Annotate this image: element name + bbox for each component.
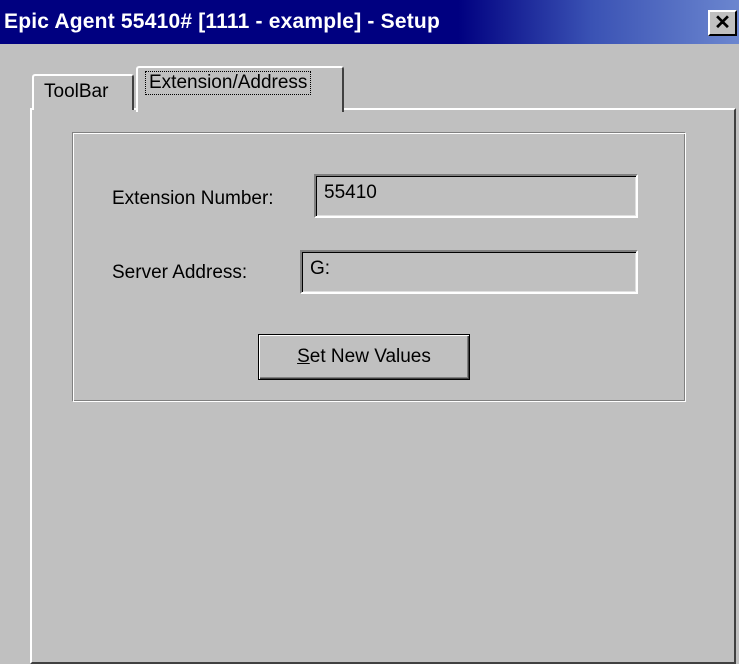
set-button-mnemonic: S bbox=[297, 346, 310, 367]
set-button-label: et New Values bbox=[309, 346, 431, 367]
window-title: Epic Agent 55410# [1111 - example] - Set… bbox=[4, 10, 440, 33]
title-bar[interactable]: Epic Agent 55410# [1111 - example] - Set… bbox=[0, 0, 739, 44]
tab-toolbar-label: ToolBar bbox=[44, 81, 109, 102]
tab-extension-address-label: Extension/Address bbox=[144, 71, 312, 95]
extension-number-label: Extension Number: bbox=[112, 188, 274, 209]
close-icon: ✕ bbox=[714, 12, 731, 34]
extension-number-field[interactable]: 55410 bbox=[314, 174, 638, 218]
close-button[interactable]: ✕ bbox=[708, 10, 737, 36]
server-address-field[interactable]: G: bbox=[300, 250, 638, 294]
setup-window: Epic Agent 55410# [1111 - example] - Set… bbox=[0, 0, 739, 664]
set-new-values-button[interactable]: Set New Values bbox=[258, 334, 470, 380]
tab-extension-address[interactable]: Extension/Address bbox=[136, 66, 344, 112]
server-address-label: Server Address: bbox=[112, 262, 248, 283]
tab-toolbar[interactable]: ToolBar bbox=[32, 74, 134, 110]
